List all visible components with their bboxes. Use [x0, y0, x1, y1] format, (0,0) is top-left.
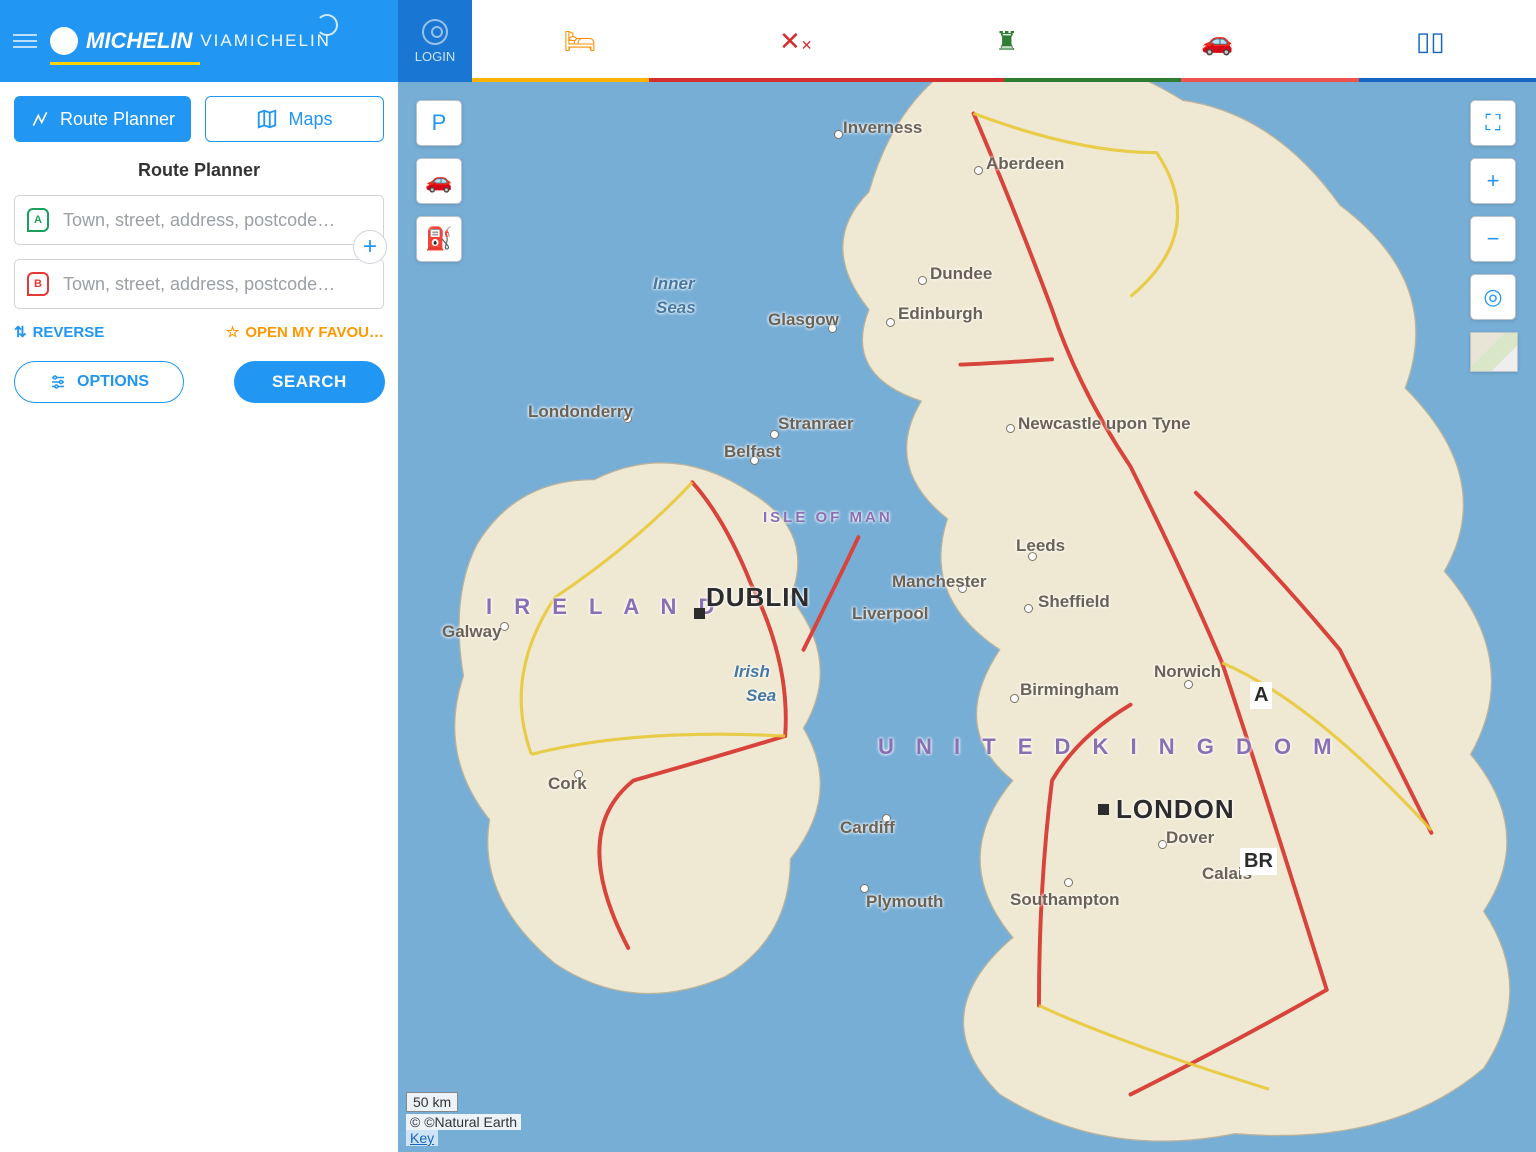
- star-icon: ☆: [226, 323, 239, 341]
- tab-route-label: Route Planner: [60, 109, 175, 130]
- marker-a-icon: A: [27, 208, 49, 232]
- capital-label: DUBLIN: [706, 582, 810, 613]
- fullscreen-button[interactable]: ⛶: [1470, 100, 1516, 146]
- hotels-icon[interactable]: 🛏: [563, 26, 596, 57]
- city-marker: [886, 318, 895, 327]
- fuel-layer-button[interactable]: ⛽: [416, 216, 462, 262]
- product-name: VIAMICHELIN: [200, 31, 331, 51]
- traffic-layer-button[interactable]: 🚗: [416, 158, 462, 204]
- options-label: OPTIONS: [77, 373, 149, 391]
- city-marker: [918, 276, 927, 285]
- reverse-link[interactable]: ⇅ REVERSE: [14, 323, 104, 341]
- city-label: Stranraer: [778, 414, 854, 434]
- reverse-label: REVERSE: [33, 324, 105, 341]
- origin-field[interactable]: A +: [14, 195, 384, 245]
- destination-input[interactable]: [61, 273, 371, 296]
- sea-label: Irish: [734, 662, 770, 682]
- tab-maps-label: Maps: [288, 109, 332, 130]
- city-marker: [834, 130, 843, 139]
- destination-field[interactable]: B: [14, 259, 384, 309]
- favourites-label: OPEN MY FAVOU…: [245, 324, 384, 341]
- city-label: Norwich: [1154, 662, 1221, 682]
- refresh-icon[interactable]: [316, 14, 338, 36]
- city-label: Southampton: [1010, 890, 1120, 910]
- capital-marker: [694, 608, 705, 619]
- search-button[interactable]: SEARCH: [234, 361, 385, 403]
- map-key-link[interactable]: Key: [406, 1130, 438, 1146]
- minimap-button[interactable]: [1470, 332, 1518, 372]
- tab-maps[interactable]: Maps: [205, 96, 384, 142]
- city-label: Leeds: [1016, 536, 1065, 556]
- city-label: Manchester: [892, 572, 986, 592]
- brand-logo[interactable]: MICHELIN VIAMICHELIN: [50, 27, 331, 55]
- city-label: Birmingham: [1020, 680, 1119, 700]
- city-label: Galway: [442, 622, 502, 642]
- sliders-icon: [49, 373, 67, 391]
- add-stop-button[interactable]: +: [353, 230, 387, 264]
- sea-label: ISLE OF MAN: [763, 509, 893, 526]
- city-label: Londonderry: [528, 402, 633, 422]
- city-label: Sheffield: [1038, 592, 1110, 612]
- traffic-icon[interactable]: 🚗: [1201, 26, 1233, 57]
- city-label: Glasgow: [768, 310, 839, 330]
- city-label: Aberdeen: [986, 154, 1064, 174]
- swap-icon: ⇅: [14, 323, 27, 341]
- zoom-in-button[interactable]: +: [1470, 158, 1516, 204]
- city-label: Cork: [548, 774, 587, 794]
- city-label: Cardiff: [840, 818, 895, 838]
- locate-button[interactable]: ◎: [1470, 274, 1516, 320]
- brand-name: MICHELIN: [86, 28, 192, 54]
- country-label: I R E L A N D: [486, 594, 722, 620]
- city-label: Dundee: [930, 264, 992, 284]
- capital-label: LONDON: [1116, 794, 1235, 825]
- sidebar-title: Route Planner: [14, 160, 384, 181]
- favourites-link[interactable]: ☆ OPEN MY FAVOU…: [226, 323, 384, 341]
- parking-layer-button[interactable]: P: [416, 100, 462, 146]
- city-marker: [1024, 604, 1033, 613]
- city-marker: [1010, 694, 1019, 703]
- origin-input[interactable]: [61, 209, 371, 232]
- magazine-icon[interactable]: ▯▯: [1416, 26, 1445, 57]
- menu-button[interactable]: [0, 0, 50, 82]
- logo-underline: [50, 62, 200, 65]
- edge-label: A: [1250, 682, 1272, 709]
- map-scale: 50 km: [406, 1092, 458, 1112]
- tab-route-planner[interactable]: Route Planner: [14, 96, 191, 142]
- marker-b-icon: B: [27, 272, 49, 296]
- city-marker: [1006, 424, 1015, 433]
- city-label: Inverness: [843, 118, 922, 138]
- city-marker: [1064, 878, 1073, 887]
- bibendum-icon: [50, 27, 78, 55]
- city-label: Belfast: [724, 442, 781, 462]
- route-icon: [30, 109, 50, 129]
- city-marker: [974, 166, 983, 175]
- restaurants-icon[interactable]: ✕✕: [779, 26, 813, 57]
- map-attribution: © ©Natural Earth: [406, 1114, 521, 1130]
- edge-label: BR: [1240, 848, 1277, 875]
- login-button[interactable]: LOGIN: [398, 0, 472, 82]
- sea-label: Sea: [746, 686, 776, 706]
- city-label: Plymouth: [866, 892, 943, 912]
- sea-label: Inner: [653, 274, 695, 294]
- map-canvas[interactable]: P 🚗 ⛽ ⛶ + − ◎ Inner Seas ISLE OF MAN Irish S…: [398, 82, 1536, 1152]
- tourism-icon[interactable]: ♜: [995, 26, 1018, 57]
- city-label: Dover: [1166, 828, 1214, 848]
- city-label: Newcastle upon Tyne: [1018, 414, 1191, 434]
- user-icon: [422, 19, 448, 45]
- capital-marker: [1098, 804, 1109, 815]
- city-label: Liverpool: [852, 604, 929, 624]
- login-label: LOGIN: [415, 49, 455, 64]
- map-icon: [256, 108, 278, 130]
- city-label: Edinburgh: [898, 304, 983, 324]
- sea-label: Seas: [656, 298, 696, 318]
- options-button[interactable]: OPTIONS: [14, 361, 184, 403]
- zoom-out-button[interactable]: −: [1470, 216, 1516, 262]
- country-label: U N I T E D K I N G D O M: [878, 734, 1340, 760]
